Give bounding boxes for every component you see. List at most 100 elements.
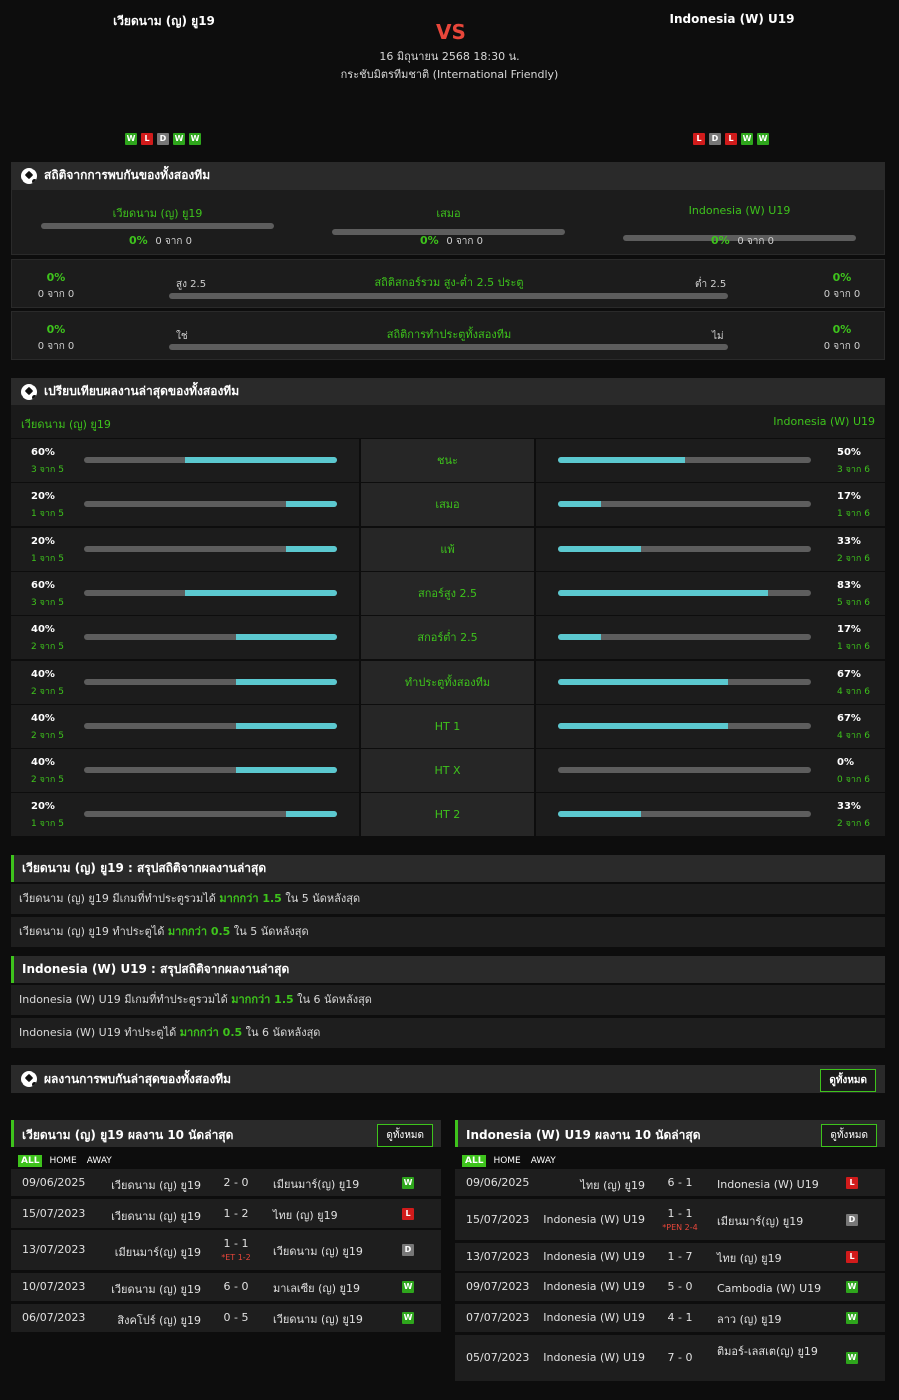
compare-away-bar-fill [558, 545, 642, 552]
match-away-team[interactable]: เวียดนาม (ญ) ยู19 [273, 1311, 393, 1329]
compare-home-sub: 3 จาก 5 [31, 465, 64, 475]
compare-row: 40% 2 จาก 5 ทำประตูทั้งสองทีม 67% 4 จาก 6 [11, 660, 885, 705]
form-badge: W [173, 133, 185, 145]
compare-row: 20% 1 จาก 5 HT 2 33% 2 จาก 6 [11, 793, 885, 837]
match-away-team[interactable]: เวียดนาม (ญ) ยู19 [273, 1243, 393, 1261]
match-away-team[interactable]: ลาว (ญ) ยู19 [717, 1311, 837, 1329]
compare-home-bar-fill [185, 457, 337, 463]
compare-home-cell: 20% 1 จาก 5 [11, 483, 359, 527]
compare-label: สกอร์สูง 2.5 [361, 571, 534, 615]
compare-home-sub: 1 จาก 5 [31, 553, 64, 564]
match-home-team[interactable]: เมียนมาร์(ญ) ยู19 [115, 1243, 201, 1261]
match-score: 4 - 1 [667, 1311, 693, 1324]
recent-header: ผลงานการพบกันล่าสุดของทั้งสองทีม ดูทั้งห… [11, 1065, 885, 1093]
compare-away-pct: 33% [837, 535, 861, 547]
compare-away-bar [558, 678, 811, 685]
tab-home[interactable]: HOME [46, 1155, 79, 1167]
tab-home[interactable]: HOME [490, 1155, 523, 1167]
tab-all[interactable]: ALL [18, 1155, 43, 1167]
compare-home-bar [84, 767, 337, 774]
compare-home-cell: 40% 2 จาก 5 [11, 616, 359, 660]
match-result-badge: D [846, 1213, 858, 1226]
match-home-team[interactable]: Indonesia (W) U19 [543, 1351, 645, 1364]
match-score: 6 - 0 [223, 1280, 249, 1293]
match-home-team[interactable]: สิงคโปร์ (ญ) ยู19 [117, 1311, 201, 1329]
match-home-team[interactable]: Indonesia (W) U19 [543, 1213, 645, 1226]
match-away-team[interactable]: เมียนมาร์(ญ) ยู19 [717, 1213, 837, 1231]
match-row[interactable]: 15/07/2023 Indonesia (W) U19 1 - 1 *PEN 2-4… [455, 1199, 885, 1240]
compare-away-bar [558, 634, 811, 641]
h2h-home-bar [41, 223, 274, 229]
match-home-team[interactable]: Indonesia (W) U19 [543, 1250, 645, 1263]
compare-away-sub: 2 จาก 6 [837, 553, 870, 564]
compare-title: เปรียบเทียบผลงานล่าสุดของทั้งสองทีม [44, 384, 240, 398]
compare-label: HT X [361, 749, 534, 793]
match-home-team[interactable]: เวียดนาม (ญ) ยู19 [111, 1280, 201, 1298]
home-view-all-button[interactable]: ดูทั้งหมด [377, 1124, 433, 1147]
match-result-badge: W [402, 1176, 414, 1189]
compare-away-bar-fill [558, 811, 642, 818]
compare-home-pct: 20% [31, 535, 55, 547]
tab-away[interactable]: AWAY [528, 1155, 559, 1167]
view-all-button[interactable]: ดูทั้งหมด [820, 1069, 876, 1092]
match-row[interactable]: 13/07/2023 Indonesia (W) U19 1 - 7 ไทย (ญ) … [455, 1243, 885, 1271]
compare-away-pct: 33% [837, 801, 861, 813]
match-row[interactable]: 09/07/2023 Indonesia (W) U19 5 - 0 Cambodia… [455, 1273, 885, 1301]
match-row[interactable]: 10/07/2023 เวียดนาม (ญ) ยู19 6 - 0 มาเลเซีย… [11, 1273, 441, 1301]
match-home-team[interactable]: เวียดนาม (ญ) ยู19 [111, 1176, 201, 1194]
compare-away-sub: 1 จาก 6 [837, 642, 870, 653]
compare-home-bar-fill [235, 678, 337, 685]
match-home-team[interactable]: Indonesia (W) U19 [543, 1311, 645, 1324]
away-view-all-button[interactable]: ดูทั้งหมด [821, 1124, 877, 1147]
form-badge: W [125, 133, 137, 145]
compare-away-bar-fill [558, 634, 601, 641]
home-recent-header: เวียดนาม (ญ) ยู19 ผลงาน 10 นัดล่าสุด ดูท… [11, 1120, 441, 1147]
btts-right-label: ไม่ [712, 331, 724, 342]
compare-home-bar-fill [286, 545, 337, 552]
form-badge: W [741, 133, 753, 145]
compare-home-pct: 40% [31, 712, 55, 724]
compare-away-bar-fill [558, 722, 728, 729]
match-away-team[interactable]: มาเลเซีย (ญ) ยู19 [273, 1280, 393, 1298]
match-row[interactable]: 06/07/2023 สิงคโปร์ (ญ) ยู19 0 - 5 เวียดนาม… [11, 1304, 441, 1332]
match-away-team[interactable]: Indonesia (W) U19 [717, 1176, 837, 1194]
match-home-team[interactable]: Indonesia (W) U19 [543, 1280, 645, 1293]
match-away-team[interactable]: ไทย (ญ) ยู19 [717, 1250, 837, 1268]
h2h-result-panel: เวียดนาม (ญ) ยู19 0% 0 จาก 0 เสมอ 0% 0 จ… [11, 189, 885, 255]
summary-highlight: มากกว่า 1.5 [231, 993, 294, 1006]
summary-away-line2: Indonesia (W) U19 ทำประตูได้ มากกว่า 0.5… [11, 1018, 885, 1048]
match-score: 7 - 0 [667, 1351, 693, 1364]
match-score: 5 - 0 [667, 1280, 693, 1293]
tab-away[interactable]: AWAY [84, 1155, 115, 1167]
ou-bar [169, 293, 728, 299]
match-date: 10/07/2023 [22, 1280, 86, 1293]
away-recent-tabs: ALL HOME AWAY [462, 1152, 563, 1167]
match-home-team[interactable]: ไทย (ญ) ยู19 [580, 1176, 645, 1194]
match-row[interactable]: 05/07/2023 Indonesia (W) U19 7 - 0 ติมอร์-เ… [455, 1335, 885, 1381]
home-team-name[interactable]: เวียดนาม (ญ) ยู19 [14, 12, 314, 31]
h2h-away-label: Indonesia (W) U19 [688, 204, 791, 217]
compare-label: เสมอ [361, 483, 534, 527]
home-form-badges: WLDWW [125, 133, 205, 147]
compare-away-pct: 67% [837, 668, 861, 680]
away-form-badges: LDLWW [693, 133, 773, 147]
match-away-team[interactable]: ไทย (ญ) ยู19 [273, 1207, 393, 1225]
away-team-name[interactable]: Indonesia (W) U19 [582, 12, 882, 26]
match-away-team[interactable]: Cambodia (W) U19 [717, 1280, 837, 1298]
tab-all[interactable]: ALL [462, 1155, 487, 1167]
compare-away-pct: 17% [837, 624, 861, 636]
compare-label: แพ้ [361, 527, 534, 571]
match-row[interactable]: 09/06/2025 ไทย (ญ) ยู19 6 - 1 Indonesia (W)… [455, 1169, 885, 1196]
match-row[interactable]: 07/07/2023 Indonesia (W) U19 4 - 1 ลาว (ญ) … [455, 1304, 885, 1332]
compare-home-bar [84, 545, 337, 552]
match-score: 1 - 7 [667, 1250, 693, 1263]
match-away-team[interactable]: ติมอร์-เลสเต(ญ) ยู19 [717, 1343, 837, 1361]
compare-row: 60% 3 จาก 5 ชนะ 50% 3 จาก 6 [11, 439, 885, 483]
match-row[interactable]: 09/06/2025 เวียดนาม (ญ) ยู19 2 - 0 เมียนมาร… [11, 1169, 441, 1196]
match-home-team[interactable]: เวียดนาม (ญ) ยู19 [111, 1207, 201, 1225]
match-away-team[interactable]: เมียนมาร์(ญ) ยู19 [273, 1176, 393, 1194]
ou-left-sub: 0 จาก 0 [37, 289, 75, 300]
compare-row: 60% 3 จาก 5 สกอร์สูง 2.5 83% 5 จาก 6 [11, 571, 885, 616]
match-row[interactable]: 15/07/2023 เวียดนาม (ญ) ยู19 1 - 2 ไทย (ญ) … [11, 1199, 441, 1228]
match-row[interactable]: 13/07/2023 เมียนมาร์(ญ) ยู19 1 - 1 *ET 1-2 เ… [11, 1230, 441, 1270]
